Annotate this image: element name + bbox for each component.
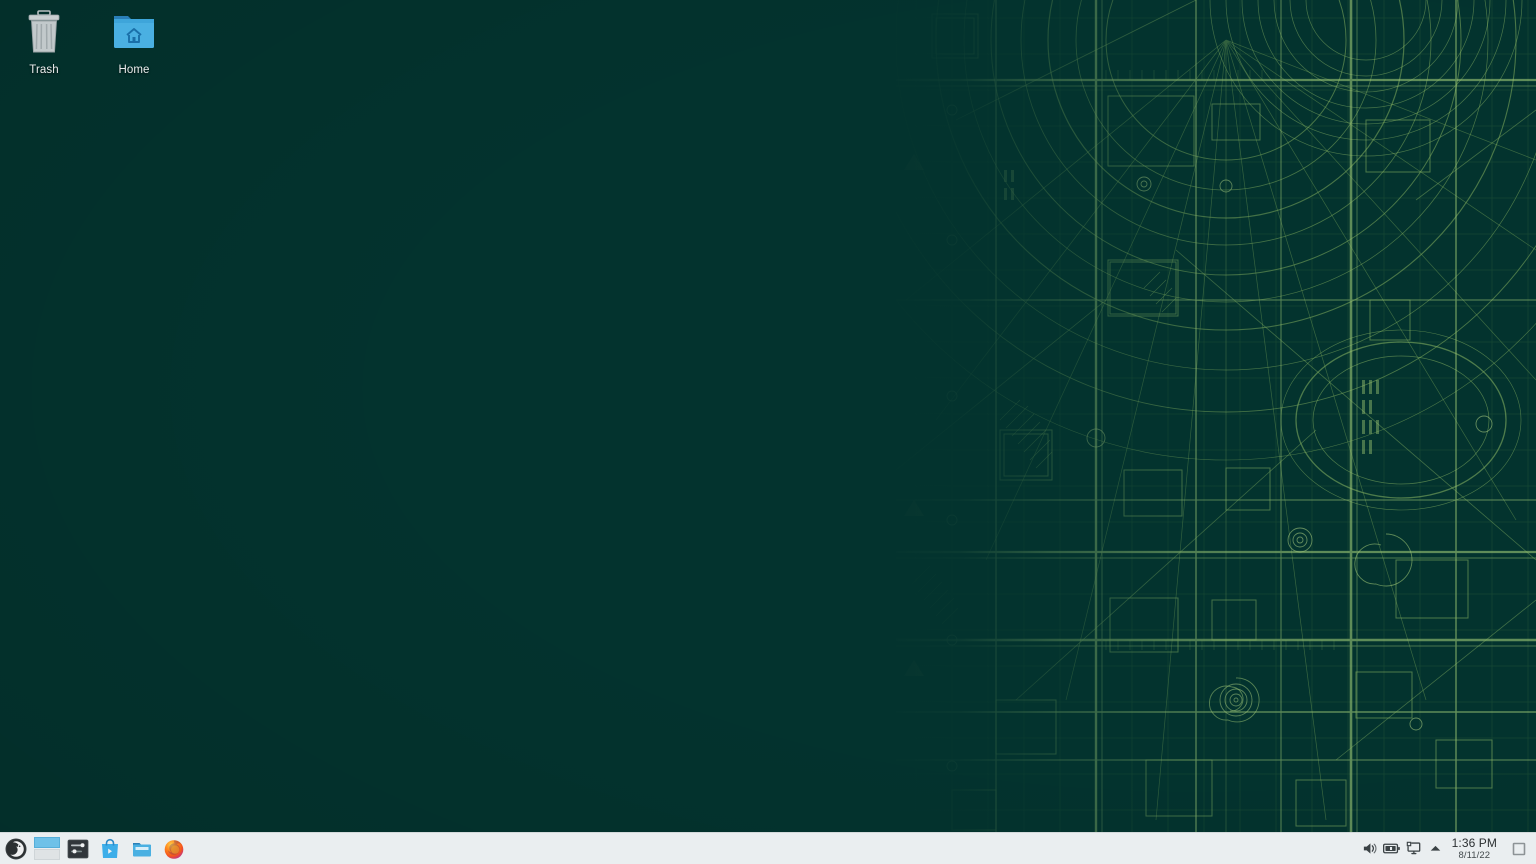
launcher-file-manager[interactable] <box>126 833 158 864</box>
home-folder-icon <box>90 6 178 58</box>
show-desktop-icon <box>1512 842 1526 855</box>
pager-desktop-2[interactable] <box>34 849 60 860</box>
terminal-icon <box>67 839 89 858</box>
battery-tray-icon[interactable] <box>1381 833 1403 864</box>
speaker-icon <box>1363 843 1377 854</box>
desktop-icon-label: Home <box>118 64 150 76</box>
system-tray: 1:36 PM 8/11/22 <box>1359 833 1536 864</box>
launcher-software-center[interactable] <box>94 833 126 864</box>
panel-left-section <box>0 833 190 864</box>
panel-task-area[interactable] <box>190 833 1359 864</box>
panel-clock[interactable]: 1:36 PM 8/11/22 <box>1447 833 1504 864</box>
pager-desktop-1[interactable] <box>34 837 60 848</box>
folder-icon <box>133 842 151 856</box>
desktop-icon-trash[interactable]: Trash <box>0 6 88 77</box>
desktop[interactable]: Trash Home 1:36 PM 8/11/22 <box>0 0 1536 864</box>
trash-icon-svg <box>28 10 60 53</box>
application-menu-button[interactable] <box>0 833 32 864</box>
desktop-icon-label: Trash <box>29 64 59 76</box>
opensuse-chameleon-icon <box>5 838 27 859</box>
launcher-firefox[interactable] <box>158 833 190 864</box>
launcher-terminal[interactable] <box>62 833 94 864</box>
desktop-icon-home[interactable]: Home <box>90 6 178 77</box>
show-hidden-tray-button[interactable] <box>1425 833 1447 864</box>
display-tray-icon[interactable] <box>1403 833 1425 864</box>
show-desktop-button[interactable] <box>1504 833 1534 864</box>
firefox-icon <box>164 839 184 859</box>
wallpaper-fade-overlay <box>0 0 1536 864</box>
blueprint-artwork <box>896 0 1536 864</box>
chevron-up-icon <box>1430 845 1441 851</box>
software-bag-icon <box>102 838 118 858</box>
home-folder-icon-svg <box>114 16 154 48</box>
virtual-desktop-pager[interactable] <box>32 833 62 864</box>
trash-icon <box>0 6 88 58</box>
wallpaper-vignette <box>0 0 1536 864</box>
volume-tray-icon[interactable] <box>1359 833 1381 864</box>
desktop-wallpaper <box>0 0 1536 864</box>
battery-icon <box>1383 843 1400 854</box>
clock-date: 8/11/22 <box>1458 849 1491 861</box>
monitor-icon <box>1406 841 1421 855</box>
clock-time: 1:36 PM <box>1451 835 1497 850</box>
taskbar-panel[interactable]: 1:36 PM 8/11/22 <box>0 832 1536 864</box>
